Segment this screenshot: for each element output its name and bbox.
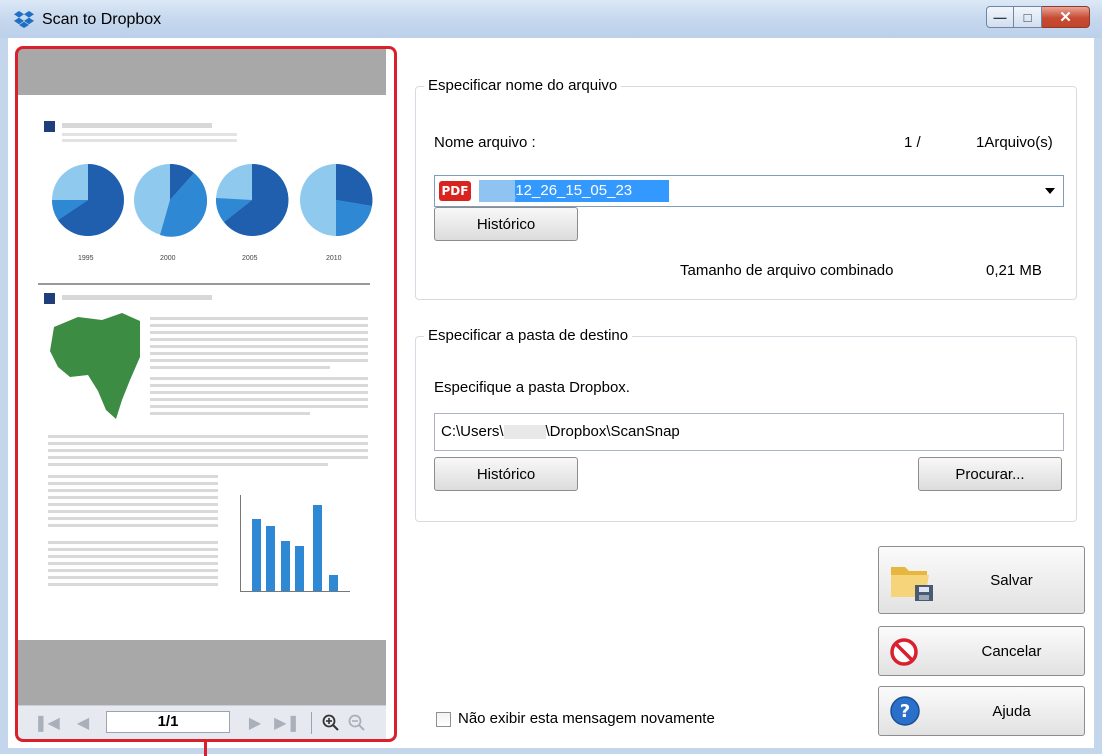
document-thumbnail [38,121,373,592]
year-label: 2010 [326,255,342,262]
destination-group: Especificar a pasta de destino Especifiq… [415,327,1077,522]
destination-path-field[interactable]: C:\Users\ \Dropbox\ScanSnap [434,413,1064,451]
year-label: 2005 [242,255,258,262]
filename-history-button[interactable]: Histórico [434,207,578,241]
maximize-icon: □ [1023,9,1032,25]
help-label: Ajuda [992,702,1031,720]
close-button[interactable]: ✕ [1042,6,1090,28]
file-count-total: 1Arquivo(s) [976,134,1053,151]
cancel-icon [890,638,918,666]
document-page: 1995 2000 2005 2010 [18,95,386,640]
previous-page-button[interactable]: ◀ [72,712,94,734]
last-page-icon: ▶❚ [274,715,300,732]
filename-redacted-part [479,180,515,202]
save-folder-icon [891,567,933,601]
preview-panel: 1995 2000 2005 2010 ❚◀ ◀ 1/1 ▶ ▶❚ [18,48,386,739]
zoom-in-button[interactable] [320,712,342,734]
destination-instruction: Especifique a pasta Dropbox. [434,379,630,396]
destination-group-title: Especificar a pasta de destino [424,327,633,344]
save-button[interactable]: Salvar [878,546,1085,614]
pdf-file-icon: PDF [439,181,471,201]
zoom-out-button[interactable] [346,712,368,734]
dialog-client: 1995 2000 2005 2010 ❚◀ ◀ 1/1 ▶ ▶❚ Especi… [8,38,1094,756]
destination-history-label: Histórico [476,465,536,483]
help-icon: ? [890,696,920,726]
year-label: 2000 [160,255,176,262]
previous-page-icon: ◀ [76,715,90,732]
chevron-down-icon[interactable] [1045,188,1055,194]
save-label: Salvar [990,571,1033,589]
cancel-label: Cancelar [981,642,1042,660]
maximize-button[interactable]: □ [1014,6,1042,28]
page-number-field[interactable]: 1/1 [106,711,230,733]
nav-separator [311,712,312,734]
preview-nav-bar: ❚◀ ◀ 1/1 ▶ ▶❚ [18,705,386,739]
filename-combobox[interactable]: PDF _12_26_15_05_23 [434,175,1064,207]
filename-history-label: Histórico [476,215,536,233]
combined-size-value: 0,21 MB [986,262,1042,279]
path-prefix: C:\Users\ [441,423,504,440]
title-bar[interactable]: Scan to Dropbox — □ ✕ [0,0,1102,38]
browse-button[interactable]: Procurar... [918,457,1062,491]
window-title: Scan to Dropbox [42,11,162,28]
next-page-icon: ▶ [248,715,262,732]
zoom-in-icon [322,714,339,731]
preview-canvas[interactable]: 1995 2000 2005 2010 [18,48,386,705]
close-icon: ✕ [1059,9,1072,26]
dont-show-again-label[interactable]: Não exibir esta mensagem novamente [458,710,715,727]
file-count-current: 1 / [904,134,921,151]
filename-group: Especificar nome do arquivo Nome arquivo… [415,77,1077,300]
minimize-button[interactable]: — [986,6,1014,28]
minimize-icon: — [993,9,1007,25]
path-redacted-part [503,425,546,440]
next-page-button[interactable]: ▶ [244,712,266,734]
cancel-button[interactable]: Cancelar [878,626,1085,676]
year-label: 1995 [78,255,94,262]
last-page-button[interactable]: ▶❚ [274,712,300,734]
window-frame: Scan to Dropbox — □ ✕ 1995 2000 2005 201… [0,0,1102,756]
filename-label: Nome arquivo : [434,134,536,151]
svg-text:?: ? [900,701,910,722]
first-page-button[interactable]: ❚◀ [34,712,60,734]
dont-show-again-checkbox[interactable] [436,712,451,727]
combined-size-label: Tamanho de arquivo combinado [680,262,894,279]
browse-label: Procurar... [955,465,1025,483]
help-button[interactable]: ? Ajuda [878,686,1085,736]
path-suffix: \Dropbox\ScanSnap [545,423,680,440]
first-page-icon: ❚◀ [34,715,60,732]
zoom-out-icon [348,714,365,731]
destination-history-button[interactable]: Histórico [434,457,578,491]
dropbox-icon [14,11,34,28]
filename-group-title: Especificar nome do arquivo [424,77,622,94]
